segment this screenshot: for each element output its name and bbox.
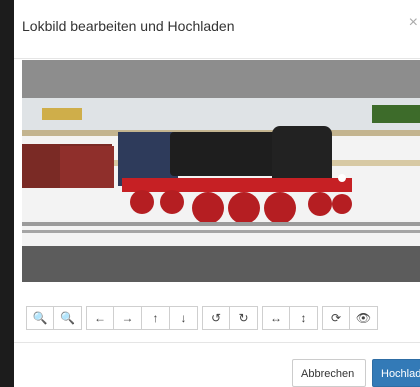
- flip-group: ↔ ↕: [262, 306, 318, 332]
- zoom-in-icon: 🔍: [32, 311, 48, 325]
- move-group: ← → ↑ ↓: [86, 306, 198, 332]
- rotate-left-icon: ↺: [210, 311, 222, 325]
- rotate-right-button[interactable]: ↻: [230, 306, 258, 330]
- cancel-button[interactable]: Abbrechen: [292, 359, 366, 387]
- arrow-down-icon: ↓: [180, 311, 187, 325]
- misc-group: ⟳ 👁: [322, 306, 378, 332]
- rotate-right-icon: ↻: [238, 311, 249, 325]
- arrow-right-icon: →: [121, 311, 134, 325]
- locomotive-image: [22, 60, 420, 282]
- preview-button[interactable]: 👁: [350, 306, 378, 330]
- refresh-icon: ⟳: [330, 311, 342, 325]
- flip-vertical-icon: ↕: [300, 311, 307, 325]
- rotate-group: ↺ ↻: [202, 306, 258, 332]
- flip-horizontal-icon: ↔: [270, 311, 282, 325]
- move-right-button[interactable]: →: [114, 306, 142, 330]
- editor-toolbar: 🔍 🔍 ← → ↑ ↓ ↺ ↻ ↔ ↕ ⟳ 👁: [26, 306, 378, 332]
- eye-icon: 👁: [355, 311, 372, 325]
- dialog-footer: Abbrechen Hochladen: [14, 342, 420, 387]
- upload-dialog: Lokbild bearbeiten und Hochladen × 🔍 🔍 ←…: [14, 0, 420, 387]
- zoom-out-icon: 🔍: [60, 311, 75, 325]
- dialog-title: Lokbild bearbeiten und Hochladen: [22, 18, 235, 34]
- zoom-group: 🔍 🔍: [26, 306, 82, 332]
- zoom-in-button[interactable]: 🔍: [26, 306, 54, 330]
- reset-button[interactable]: ⟳: [322, 306, 350, 330]
- flip-vertical-button[interactable]: ↕: [290, 306, 318, 330]
- zoom-out-button[interactable]: 🔍: [54, 306, 82, 330]
- flip-horizontal-button[interactable]: ↔: [262, 306, 290, 330]
- arrow-left-icon: ←: [94, 311, 106, 325]
- rotate-left-button[interactable]: ↺: [202, 306, 230, 330]
- upload-button[interactable]: Hochladen: [372, 359, 420, 387]
- move-up-button[interactable]: ↑: [142, 306, 170, 330]
- close-icon[interactable]: ×: [409, 14, 418, 32]
- image-editor-canvas[interactable]: [22, 60, 420, 282]
- move-left-button[interactable]: ←: [86, 306, 114, 330]
- move-down-button[interactable]: ↓: [170, 306, 198, 330]
- dialog-header: Lokbild bearbeiten und Hochladen ×: [14, 0, 420, 59]
- arrow-up-icon: ↑: [152, 311, 159, 325]
